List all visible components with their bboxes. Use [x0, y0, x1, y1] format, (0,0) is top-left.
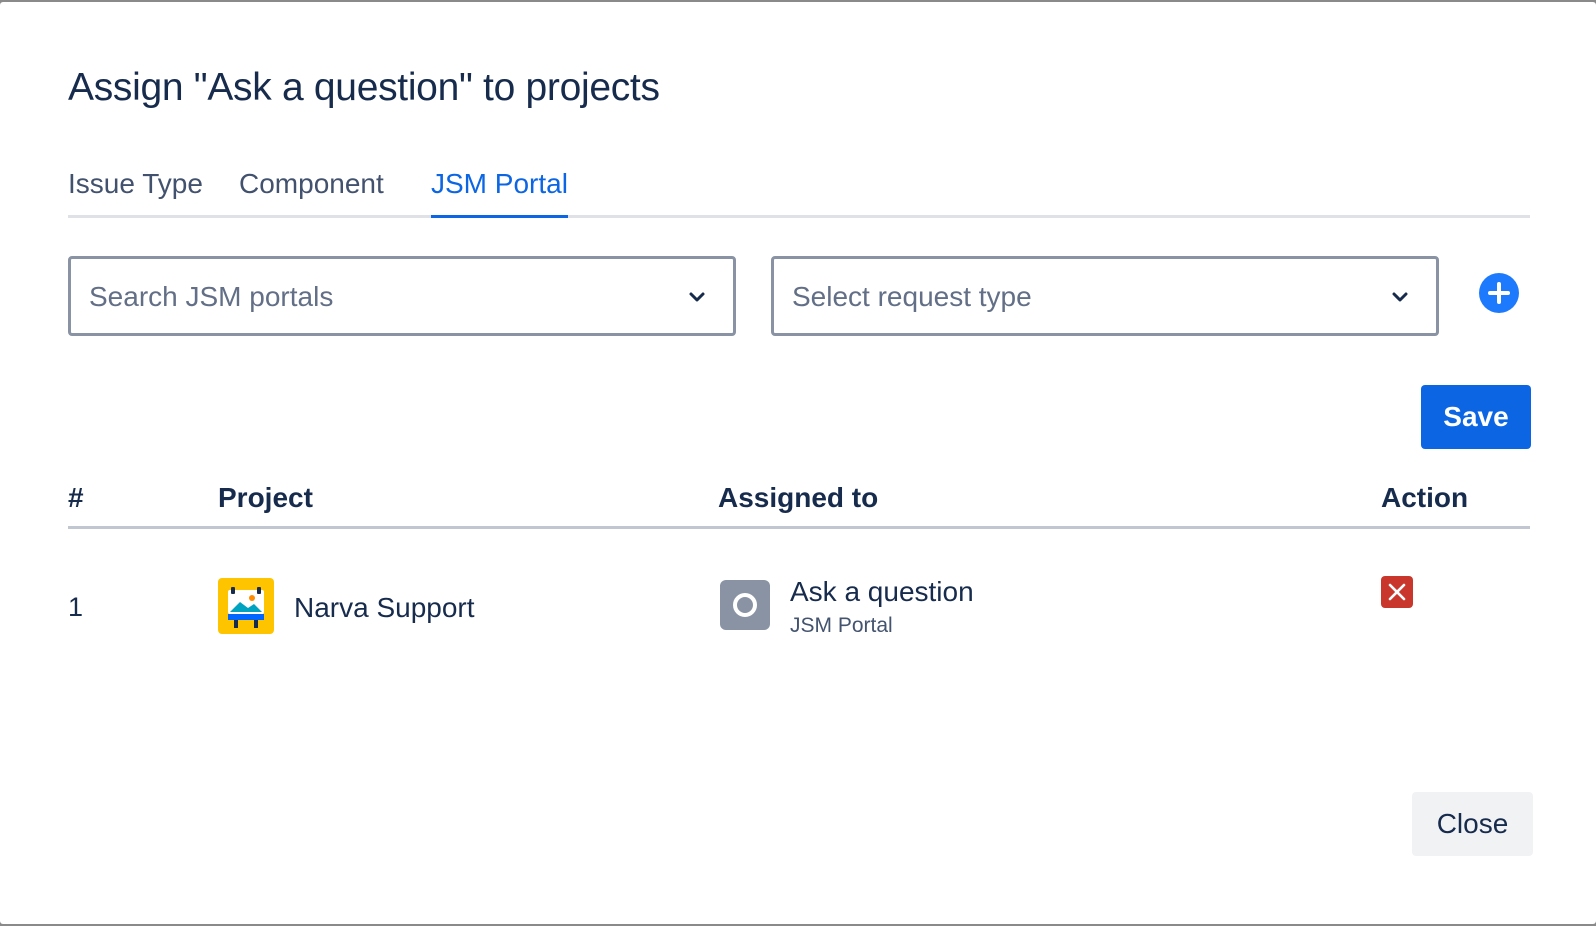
tab-issue-type[interactable]: Issue Type	[68, 168, 203, 218]
chevron-down-icon	[1392, 292, 1408, 302]
request-type-select[interactable]: Select request type	[771, 256, 1439, 336]
chevron-down-icon	[689, 292, 705, 302]
project-name: Narva Support	[294, 592, 475, 623]
column-header-index: #	[68, 482, 84, 513]
table-header-divider	[68, 526, 1530, 529]
row-index: 1	[68, 592, 84, 622]
save-button[interactable]: Save	[1421, 385, 1531, 449]
plus-circle-icon	[1488, 282, 1510, 304]
column-header-assigned-to: Assigned to	[718, 482, 879, 513]
close-button[interactable]: Close	[1412, 792, 1533, 856]
assign-dialog: Assign "Ask a question" to projects Issu…	[0, 2, 1596, 924]
portal-search-placeholder: Search JSM portals	[89, 281, 334, 312]
tab-jsm-portal[interactable]: JSM Portal	[431, 168, 568, 218]
delete-button[interactable]	[1381, 576, 1413, 608]
request-type-placeholder: Select request type	[792, 281, 1032, 312]
project-avatar-icon	[218, 578, 274, 634]
add-button[interactable]	[1479, 273, 1519, 313]
assigned-request-type: Ask a question	[790, 576, 974, 607]
request-type-icon	[720, 580, 770, 630]
dialog-title: Assign "Ask a question" to projects	[68, 66, 660, 109]
assigned-portal-label: JSM Portal	[790, 614, 893, 637]
column-header-project: Project	[218, 482, 313, 513]
tab-bar: Issue Type Component JSM Portal	[68, 160, 1530, 218]
portal-search-select[interactable]: Search JSM portals	[68, 256, 736, 336]
cross-icon	[1388, 583, 1406, 601]
tab-component[interactable]: Component	[239, 168, 384, 218]
column-header-action: Action	[1381, 482, 1469, 513]
